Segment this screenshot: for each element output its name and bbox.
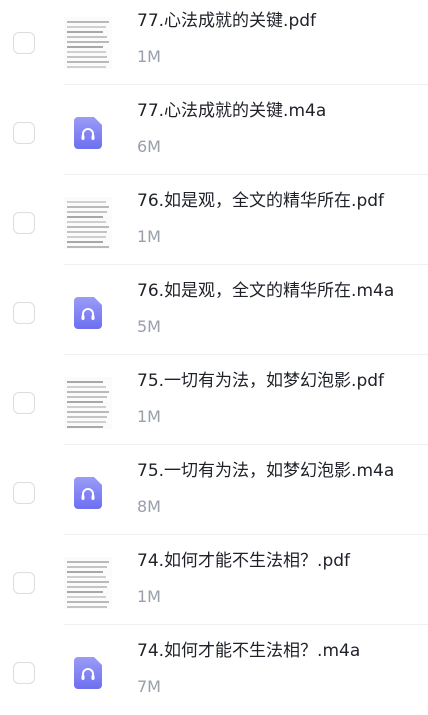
file-size: 5M [137,317,161,336]
file-name[interactable]: 76.如是观，全文的精华所在.m4a [137,280,394,302]
file-size: 1M [137,227,161,246]
select-checkbox[interactable] [13,302,35,324]
select-checkbox[interactable] [13,662,35,684]
file-name[interactable]: 77.心法成就的关键.pdf [137,10,316,32]
list-item[interactable]: 76.如是观，全文的精华所在.m4a 5M [0,265,428,355]
headphones-icon [74,657,102,689]
select-checkbox[interactable] [13,572,35,594]
file-name[interactable]: 75.一切有为法，如梦幻泡影.pdf [137,370,384,392]
list-item[interactable]: 77.心法成就的关键.pdf 1M [0,0,428,85]
file-list: 77.心法成就的关键.pdf 1M 77.心法成就的关键.m4a 6M 76.如… [0,0,428,700]
file-name[interactable]: 74.如何才能不生法相？.m4a [137,640,360,662]
select-checkbox[interactable] [13,32,35,54]
audio-thumbnail [64,107,112,159]
select-checkbox[interactable] [13,392,35,414]
file-size: 1M [137,587,161,606]
file-size: 6M [137,137,161,156]
file-size: 7M [137,677,161,696]
headphones-icon [74,297,102,329]
file-name[interactable]: 76.如是观，全文的精华所在.pdf [137,190,384,212]
select-checkbox[interactable] [13,212,35,234]
select-checkbox[interactable] [13,482,35,504]
list-item[interactable]: 76.如是观，全文的精华所在.pdf 1M [0,175,428,265]
file-name[interactable]: 74.如何才能不生法相？.pdf [137,550,350,572]
pdf-thumbnail [64,197,112,249]
audio-thumbnail [64,467,112,519]
file-size: 8M [137,497,161,516]
select-checkbox[interactable] [13,122,35,144]
pdf-thumbnail [64,377,112,429]
audio-thumbnail [64,647,112,699]
headphones-icon [74,477,102,509]
list-item[interactable]: 74.如何才能不生法相？.m4a 7M [0,625,428,715]
file-size: 1M [137,47,161,66]
file-name[interactable]: 75.一切有为法，如梦幻泡影.m4a [137,460,394,482]
list-item[interactable]: 74.如何才能不生法相？.pdf 1M [0,535,428,625]
list-item[interactable]: 75.一切有为法，如梦幻泡影.m4a 8M [0,445,428,535]
pdf-thumbnail [64,557,112,609]
file-size: 1M [137,407,161,426]
headphones-icon [74,117,102,149]
audio-thumbnail [64,287,112,339]
file-name[interactable]: 77.心法成就的关键.m4a [137,100,326,122]
list-item[interactable]: 75.一切有为法，如梦幻泡影.pdf 1M [0,355,428,445]
pdf-thumbnail [64,17,112,69]
list-item[interactable]: 77.心法成就的关键.m4a 6M [0,85,428,175]
